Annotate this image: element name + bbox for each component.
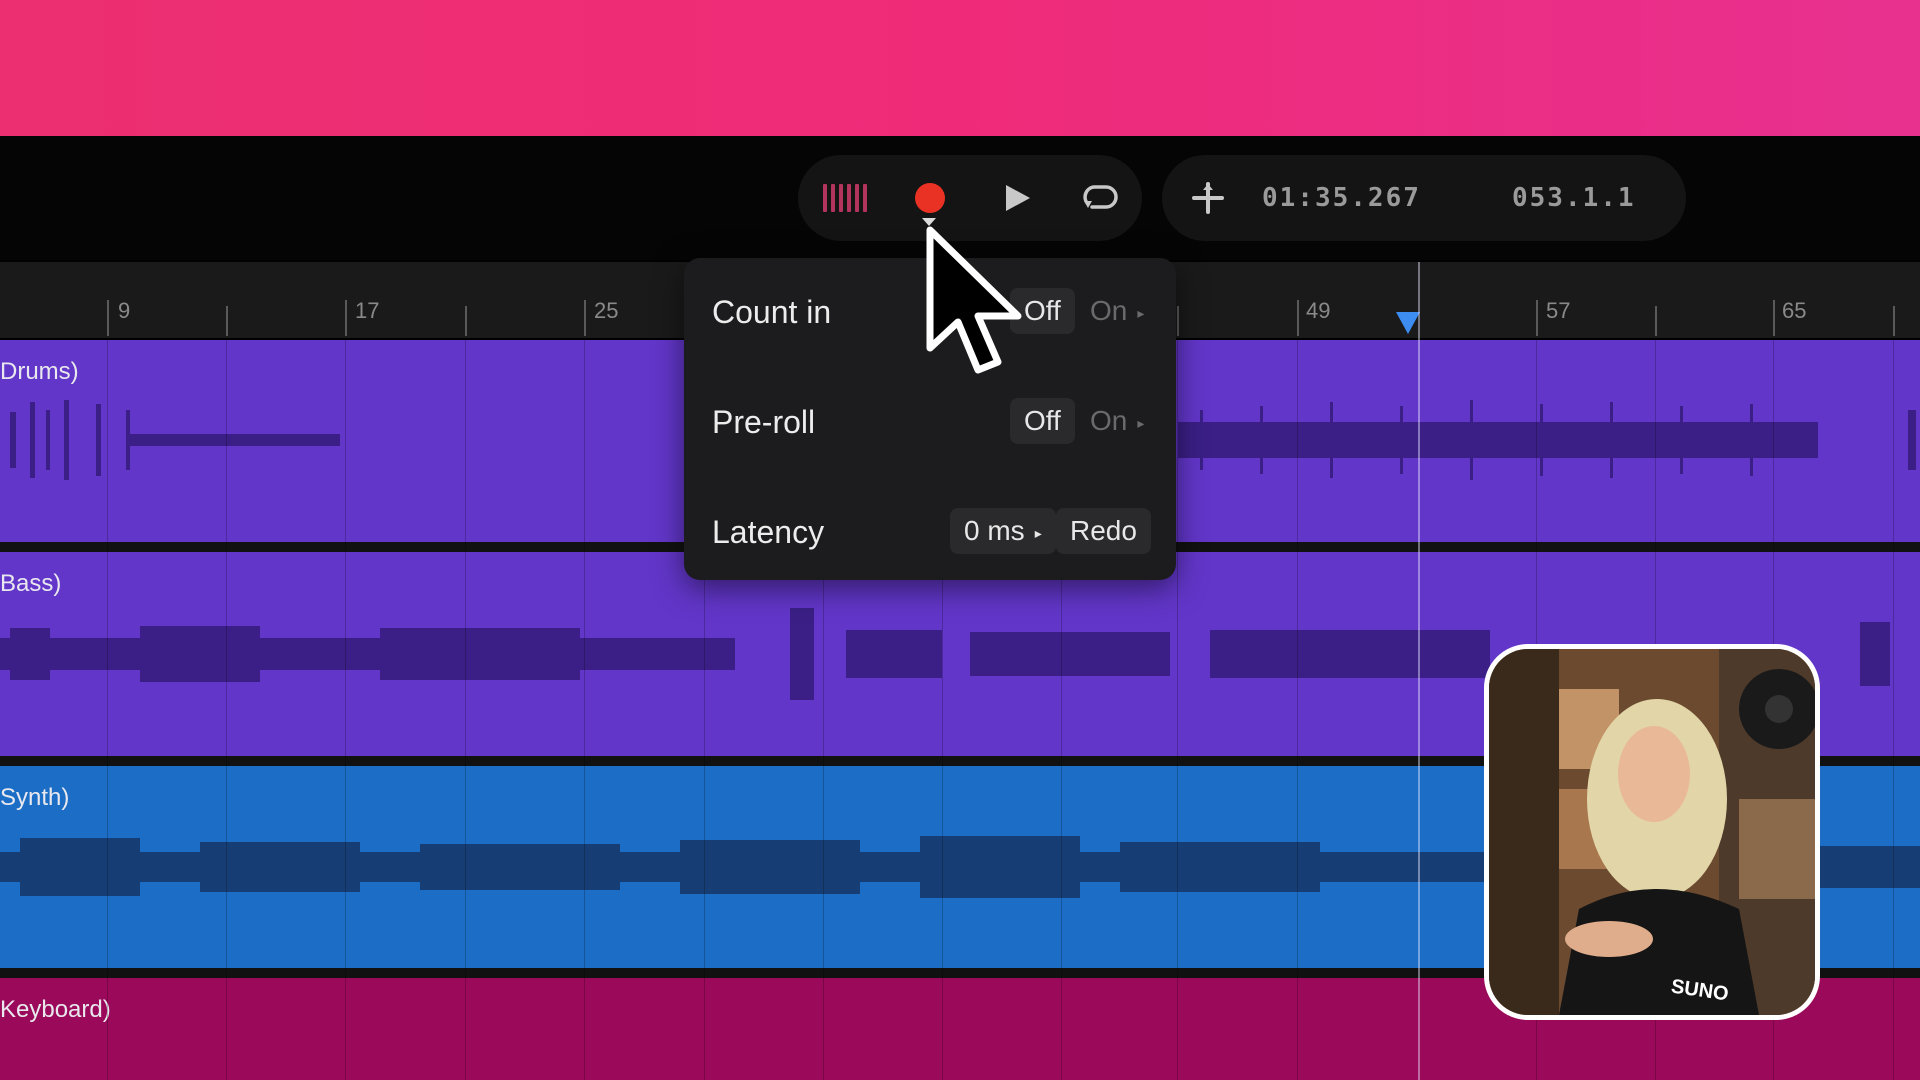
chevron-right-icon: ▸ <box>1137 304 1145 321</box>
bar-position-display: 053.1.1 <box>1512 183 1636 213</box>
play-button[interactable] <box>998 178 1038 218</box>
ruler-tick <box>1177 306 1179 336</box>
ruler-tick <box>226 306 228 336</box>
latency-redo-button[interactable]: Redo <box>1056 508 1151 554</box>
ruler-tick <box>107 300 109 336</box>
pre-roll-row: Pre-roll Off On ▸ <box>712 398 1152 446</box>
time-display: 01:35.267 <box>1262 183 1421 213</box>
ruler-label: 49 <box>1306 298 1331 323</box>
latency-value: 0 ms <box>964 515 1025 546</box>
ruler-tick <box>584 300 586 336</box>
ruler-tick <box>1536 300 1538 336</box>
input-meter-icon[interactable] <box>820 180 870 216</box>
count-in-label: Count in <box>712 294 832 330</box>
chevron-right-icon: ▸ <box>1034 524 1042 541</box>
header-banner <box>0 0 1920 136</box>
playhead-line <box>1418 262 1420 1080</box>
pre-roll-on-label: On <box>1090 405 1128 436</box>
ruler-tick <box>1297 300 1299 336</box>
chevron-right-icon: ▸ <box>1137 414 1145 431</box>
ruler-tick <box>465 306 467 336</box>
mouse-cursor-icon <box>926 226 1022 374</box>
ruler-tick <box>1773 300 1775 336</box>
record-button[interactable] <box>910 178 950 218</box>
ruler-label: 57 <box>1546 298 1571 323</box>
latency-row: Latency 0 ms ▸ Redo <box>712 508 1152 556</box>
count-in-on-label: On <box>1090 295 1128 326</box>
ruler-label: 65 <box>1782 298 1807 323</box>
play-icon <box>1006 185 1030 211</box>
track-name: Keyboard) <box>0 996 111 1023</box>
ruler-tick <box>1893 306 1895 336</box>
latency-label: Latency <box>712 514 825 550</box>
count-in-on-button[interactable]: On ▸ <box>1076 288 1158 334</box>
loop-icon <box>1083 185 1118 209</box>
pre-roll-label: Pre-roll <box>712 404 816 440</box>
ruler-label: 25 <box>594 298 619 323</box>
pre-roll-on-button[interactable]: On ▸ <box>1076 398 1158 444</box>
playhead-handle[interactable] <box>1396 312 1420 334</box>
webcam-overlay: SUNO <box>1484 644 1820 1020</box>
pre-roll-off-button[interactable]: Off <box>1010 398 1075 444</box>
metronome-button[interactable] <box>1186 176 1230 220</box>
ruler-tick <box>1655 306 1657 336</box>
ruler-tick <box>345 300 347 336</box>
metronome-icon <box>1192 182 1224 214</box>
presenter-video: SUNO <box>1489 649 1815 1015</box>
latency-value-dropdown[interactable]: 0 ms ▸ <box>950 508 1056 554</box>
ruler-label: 17 <box>355 298 380 323</box>
record-icon <box>915 183 945 213</box>
loop-button[interactable] <box>1078 176 1122 220</box>
ruler-label: 9 <box>118 298 131 323</box>
